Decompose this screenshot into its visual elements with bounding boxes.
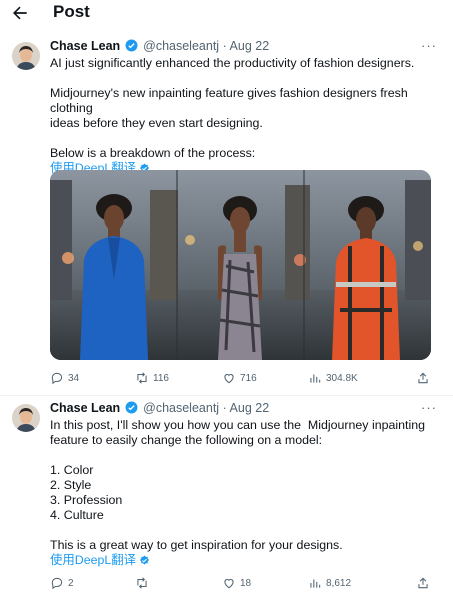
reply-button[interactable]: 2 [50,576,74,590]
share-icon [418,372,428,384]
reply-icon [51,372,63,385]
post-date[interactable]: Aug 22 [230,401,270,415]
tweet-meta: Chase Lean @chaseleantj · Aug 22 [50,39,269,53]
share-icon [418,577,428,589]
tweet-line: feature to easily change the following o… [50,433,323,447]
views-button[interactable]: 8,612 [308,576,351,590]
like-button[interactable]: 716 [222,371,257,385]
tweet-line: 3. Profession [50,493,123,507]
views-chart-icon [310,579,321,588]
tweet-line: 4. Culture [50,508,104,522]
translate-badge-icon [139,555,150,565]
reply-icon [51,577,63,590]
divider [0,395,453,396]
more-horizontal-icon[interactable]: ··· [421,38,437,53]
arrow-left-icon[interactable] [10,3,30,23]
tweet-actions: 2 18 8,612 [50,576,434,592]
more-horizontal-icon[interactable]: ··· [421,400,437,415]
tweet-line: 2. Style [50,478,92,492]
verified-badge-icon [125,39,138,52]
views-button[interactable]: 304.8K [308,371,358,385]
tweet-line: Below is a breakdown of the process: [50,146,256,160]
repost-button[interactable] [135,576,153,590]
verified-badge-icon [125,401,138,414]
tweet-line: In this post, I'll show you how you can … [50,418,425,432]
author-handle[interactable]: @chaseleantj [143,401,219,415]
author-name[interactable]: Chase Lean [50,39,120,53]
meta-separator: · [222,401,227,415]
share-button[interactable] [416,371,430,385]
post-date[interactable]: Aug 22 [230,39,270,53]
tweet-line: 1. Color [50,463,94,477]
share-button[interactable] [416,576,430,590]
tweet-text: In this post, I'll show you how you can … [50,418,442,568]
repost-icon [137,577,147,589]
translate-label: 使用DeepL翻译 [50,553,137,567]
views-chart-icon [310,374,321,383]
heart-icon [224,579,234,589]
tweet[interactable]: Chase Lean @chaseleantj · Aug 22 ··· AI … [0,36,453,394]
like-count: 716 [240,372,257,384]
like-button[interactable]: 18 [222,576,251,590]
heart-icon [224,374,234,384]
meta-separator: · [222,39,227,53]
avatar[interactable] [12,404,40,432]
like-count: 18 [240,577,252,589]
tweet-line: Midjourney's new inpainting feature give… [50,86,412,115]
repost-icon [137,372,147,384]
repost-count: 116 [153,372,169,384]
tweet-actions: 34 116 716 304.8K [50,371,434,387]
tweet-meta: Chase Lean @chaseleantj · Aug 22 [50,401,269,415]
page-title: Post [53,2,90,21]
post-header: Post [0,0,453,26]
fashion-models-image [50,170,431,360]
reply-count: 34 [68,372,80,384]
tweet-line: AI just significantly enhanced the produ… [50,56,415,70]
repost-button[interactable]: 116 [135,371,169,385]
media-image[interactable] [50,170,431,360]
author-handle[interactable]: @chaseleantj [143,39,219,53]
reply-button[interactable]: 34 [50,371,79,385]
reply-count: 2 [68,577,74,589]
author-name[interactable]: Chase Lean [50,401,120,415]
translate-link[interactable]: 使用DeepL翻译 [50,553,150,568]
avatar[interactable] [12,42,40,70]
views-count: 304.8K [326,372,358,384]
tweet-text: AI just significantly enhanced the produ… [50,56,442,176]
tweet-line: This is a great way to get inspiration f… [50,538,343,552]
views-count: 8,612 [326,577,352,589]
tweet[interactable]: Chase Lean @chaseleantj · Aug 22 ··· In … [0,398,453,600]
tweet-line: ideas before they even start designing. [50,116,263,130]
